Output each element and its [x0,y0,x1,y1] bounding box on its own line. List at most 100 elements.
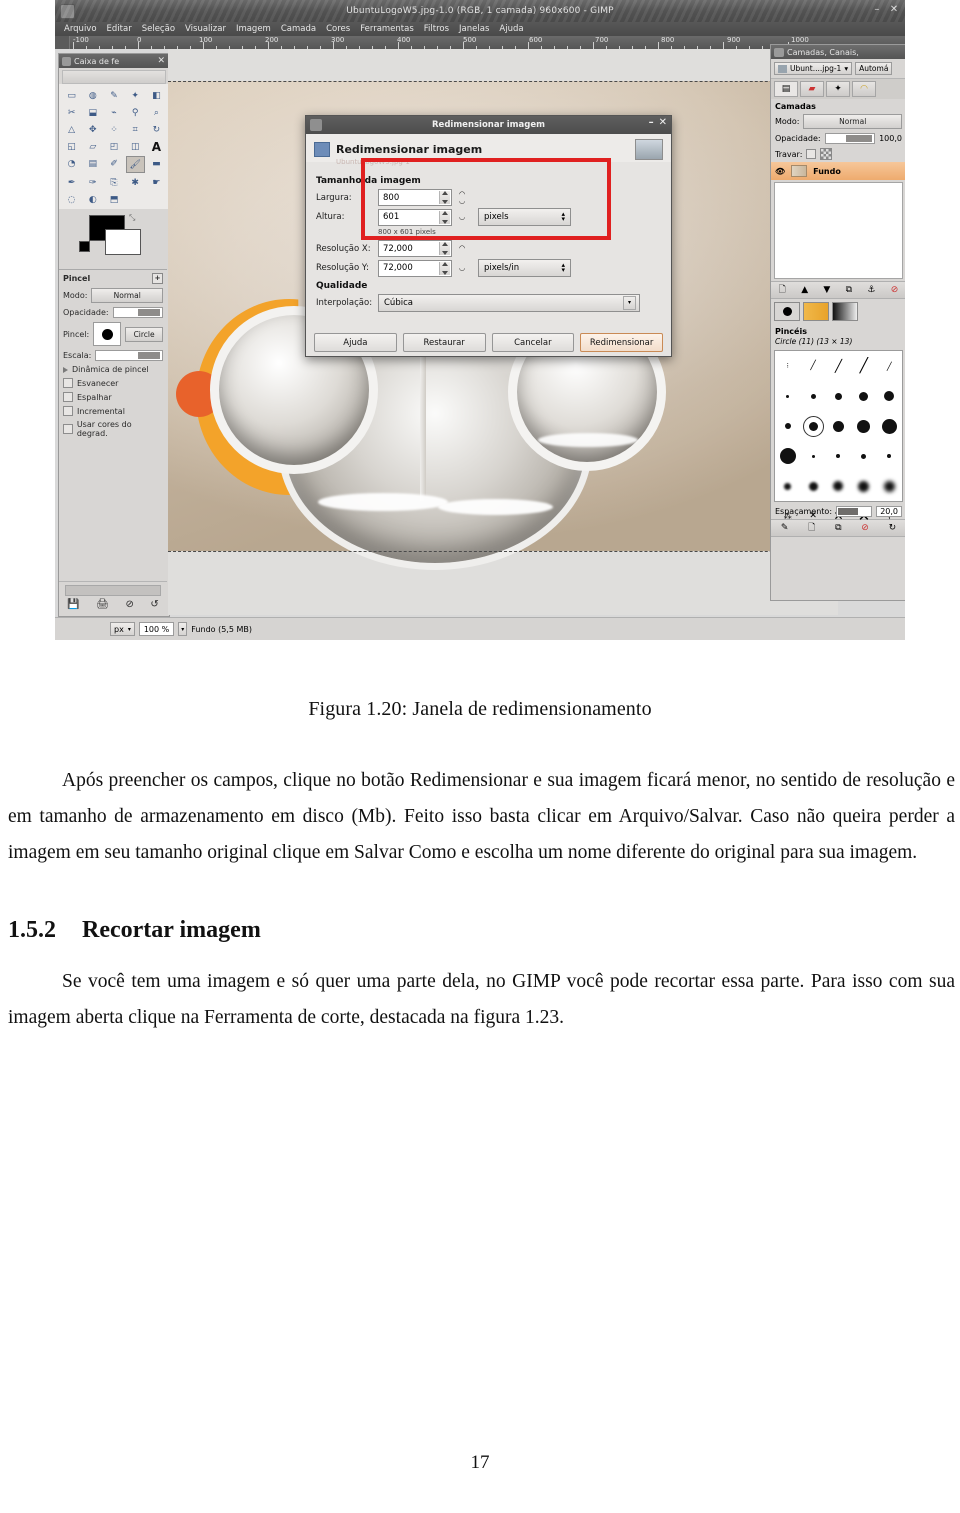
dialog-close-button[interactable]: ✕ [659,117,667,128]
new-layer-icon[interactable]: 🗋 [779,282,786,298]
tool-crop-icon[interactable]: ⌗ [126,122,145,137]
brush-item[interactable] [834,392,842,400]
reset-button[interactable]: Restaurar [402,333,486,352]
checkbox-espalhar[interactable]: Espalhar [59,390,167,404]
opacity-slider[interactable] [112,307,163,318]
duplicate-brush-icon[interactable]: ⧉ [835,523,841,533]
edit-brush-icon[interactable]: ✎ [781,523,789,533]
tool-foreground-select-icon[interactable]: ⬓ [83,105,102,120]
tool-flip-icon[interactable]: ◫ [126,139,145,154]
patterns-tab-icon[interactable] [803,302,829,321]
brush-item[interactable]: ╱ [810,361,815,371]
res-chain-link-icon[interactable]: ◠ [455,245,469,252]
layer-list-empty-area[interactable] [774,182,903,279]
resolution-y-stepper[interactable] [439,261,450,275]
brush-item[interactable] [784,482,792,490]
checkbox-usar-cores-degrade[interactable]: Usar cores do degrad. [59,418,167,440]
brush-item[interactable]: ╱ [860,358,868,374]
tool-free-select-icon[interactable]: ✎ [104,88,123,103]
tool-scissors-select-icon[interactable]: ✂ [62,105,81,120]
resolution-unit-select[interactable]: pixels/in ▴ ▾ [478,259,571,277]
foreground-background-colors[interactable]: ⤡ [59,213,169,259]
unit-select[interactable]: px ▾ [110,622,135,636]
brush-item[interactable] [884,391,895,401]
brush-name[interactable]: Circle [125,326,163,342]
menu-filtros[interactable]: Filtros [419,24,454,34]
minimize-button[interactable]: – [870,3,884,17]
brush-item[interactable] [779,448,796,464]
dialog-minimize-button[interactable]: – [649,117,654,128]
menu-selecao[interactable]: Seleção [137,24,180,34]
tool-gradient-icon[interactable]: ▤ [83,156,102,171]
menu-arquivo[interactable]: Arquivo [59,24,102,34]
brush-item[interactable] [836,454,841,458]
res-chain-link-icon-2[interactable]: ◡ [455,264,469,272]
brush-grid[interactable]: ⁝ ╱ ╱ ╱ ╱ ⁂ ✕ [774,350,903,525]
tool-perspective-clone-icon[interactable]: ⬒ [104,192,123,207]
brush-item[interactable]: ╱ [887,362,892,371]
checkbox-incremental[interactable]: Incremental [59,404,167,418]
checkbox-icon[interactable] [63,406,73,416]
brush-item[interactable] [858,480,870,492]
chevron-down-icon[interactable]: ▾ [128,626,131,633]
detach-icon[interactable]: + [152,273,163,284]
brush-item[interactable] [833,481,844,491]
close-button[interactable]: ✕ [887,3,901,17]
menu-imagem[interactable]: Imagem [231,24,276,34]
background-color-swatch[interactable] [105,229,141,255]
menu-janelas[interactable]: Janelas [454,24,494,34]
tool-airbrush-icon[interactable]: ✒ [62,175,81,190]
brush-item[interactable] [808,481,818,491]
tool-alignment-icon[interactable]: ⁘ [104,122,123,137]
brush-preview[interactable] [93,322,122,346]
delete-brush-icon[interactable]: ⊘ [861,523,869,533]
checkbox-esvanecer[interactable]: Esvanecer [59,376,167,390]
swap-colors-icon[interactable]: ⤡ [129,213,135,223]
help-button[interactable]: Ajuda [314,333,397,352]
tool-shear-icon[interactable]: ▱ [83,139,102,154]
brushes-tab-icon[interactable] [774,302,800,321]
layer-opacity-slider[interactable] [824,133,876,144]
toolbox-close-icon[interactable]: ✕ [157,56,165,66]
tool-scale-icon[interactable]: ◱ [62,139,81,154]
brush-item[interactable] [810,393,816,399]
layer-opacity-value[interactable]: 100,0 [879,134,902,143]
spacing-slider[interactable] [836,506,873,517]
brush-item[interactable] [857,419,871,433]
new-brush-icon[interactable]: 🗋 [808,520,815,536]
lock-alpha-icon[interactable] [806,149,817,159]
chevron-down-icon[interactable]: ▾ [623,296,636,310]
brush-item[interactable] [887,454,892,458]
menu-cores[interactable]: Cores [321,24,355,34]
menu-editar[interactable]: Editar [102,24,137,34]
tool-smudge-icon[interactable]: ☛ [147,175,166,190]
spacing-value[interactable]: 20,0 [876,506,902,517]
tool-rect-select-icon[interactable]: ▭ [62,88,81,103]
brush-item[interactable] [881,418,897,434]
layer-visibility-eye-icon[interactable]: 👁 [775,167,785,176]
resolution-x-stepper[interactable] [439,242,450,255]
brush-item[interactable] [883,480,895,492]
gradients-tab-icon[interactable] [832,302,858,321]
tool-select-by-color-icon[interactable]: ◧ [147,88,166,103]
tool-rotate-icon[interactable]: ↻ [147,122,166,137]
brush-item[interactable] [786,394,790,398]
zoom-dropdown-icon[interactable]: ▾ [178,622,188,636]
tool-measure-icon[interactable]: △ [62,122,81,137]
interpolation-select[interactable]: Cúbica ▾ [378,294,640,312]
checkbox-icon[interactable] [63,392,73,402]
resize-button[interactable]: Redimensionar [580,333,663,352]
tool-dodge-burn-icon[interactable]: ◐ [83,192,102,207]
delete-layer-icon[interactable]: ⊘ [891,285,899,295]
layer-row-fundo[interactable]: 👁 Fundo [771,162,905,180]
dynamics-row[interactable]: Dinâmica de pincel [59,363,167,376]
checkbox-icon[interactable] [63,424,73,434]
delete-options-icon[interactable]: ⊘ [125,599,133,610]
tool-text-icon[interactable]: A [147,139,166,154]
tab-paths-icon[interactable]: ✦ [826,81,850,97]
zoom-value[interactable]: 100 % [138,622,175,636]
tool-bucket-fill-icon[interactable]: ◔ [62,156,81,171]
refresh-brush-icon[interactable]: ↻ [889,523,897,533]
layer-mode-select[interactable]: Normal [803,114,902,129]
resolution-y-input[interactable]: 72,000 [378,259,452,277]
